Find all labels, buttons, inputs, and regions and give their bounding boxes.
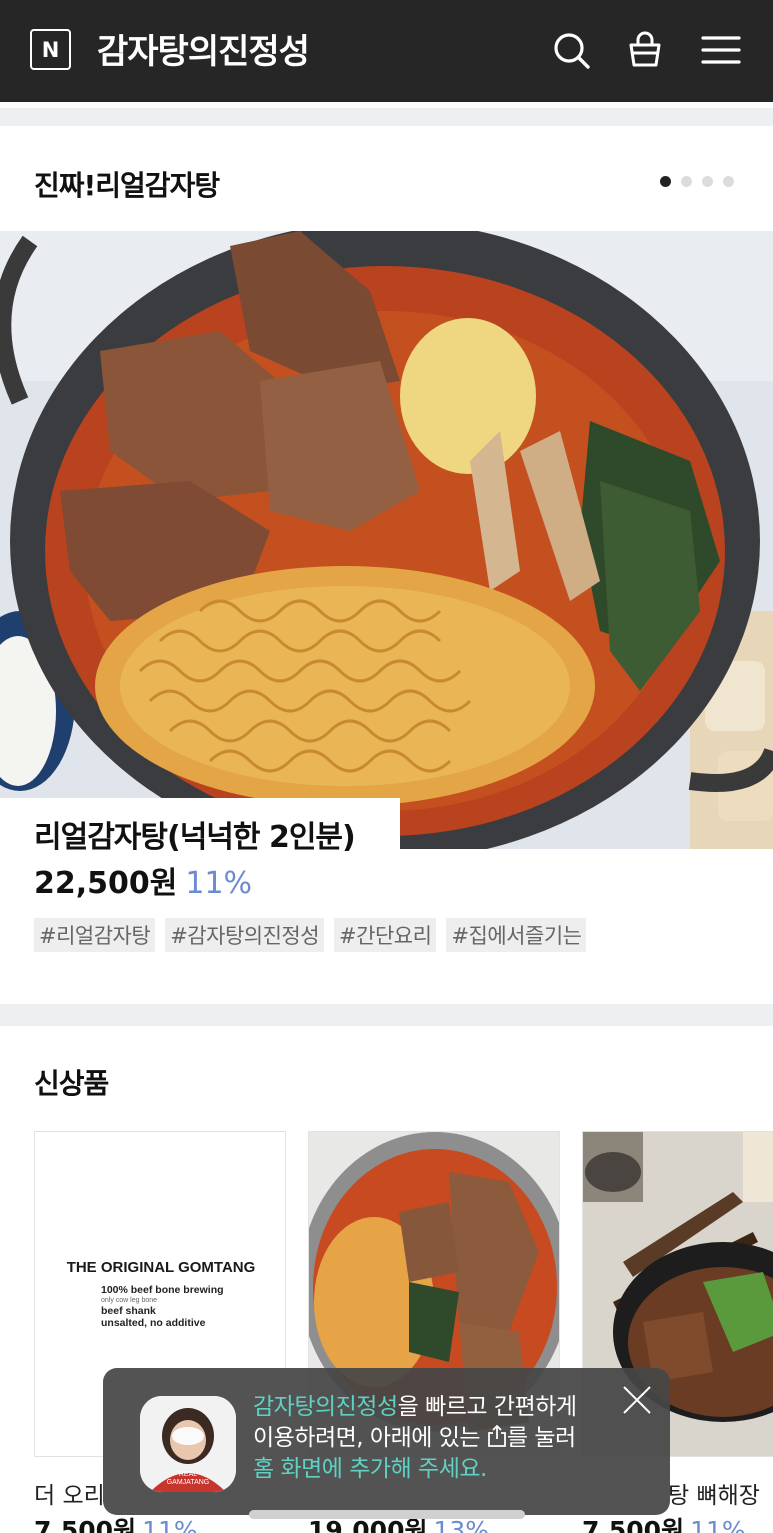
carousel-dot[interactable] xyxy=(660,176,671,187)
tag-item[interactable]: #집에서즐기는 xyxy=(446,918,587,952)
popup-brand: 감자탕의진정성 xyxy=(253,1394,398,1420)
carousel-dot[interactable] xyxy=(723,176,734,187)
top-header: N 감자탕의진정성 xyxy=(0,0,773,102)
store-avatar: REAL GAMJATANG xyxy=(140,1396,236,1492)
gomtang-line: 100% beef bone brewing xyxy=(101,1284,224,1296)
carousel-dots[interactable] xyxy=(660,176,734,187)
featured-title: 진짜!리얼감자탕 xyxy=(34,169,220,202)
tag-item[interactable]: #간단요리 xyxy=(334,918,437,952)
featured-product-discount: 11% xyxy=(185,866,253,901)
section-divider xyxy=(0,108,773,126)
new-products-title: 신상품 xyxy=(34,1067,109,1100)
menu-icon[interactable] xyxy=(699,28,743,72)
naver-logo[interactable]: N xyxy=(30,29,71,70)
popup-text-line: 이용하려면, 아래에 있는 xyxy=(253,1425,481,1451)
store-name[interactable]: 감자탕의진정성 xyxy=(97,24,310,73)
popup-message: 감자탕의진정성을 빠르고 간편하게 이용하려면, 아래에 있는 를 눌러 홈 화… xyxy=(253,1392,633,1485)
avatar-caption: REAL xyxy=(179,1471,197,1478)
product-card-price: 7,500원 xyxy=(34,1516,137,1533)
featured-product-price: 22,500원 xyxy=(34,866,178,901)
gomtang-line: beef shank xyxy=(101,1305,156,1317)
close-icon[interactable] xyxy=(620,1383,654,1417)
product-card-price: 7,500원 xyxy=(582,1516,685,1533)
cart-icon[interactable] xyxy=(623,28,667,72)
tag-item[interactable]: #리얼감자탕 xyxy=(34,918,156,952)
gomtang-line: only cow leg bone xyxy=(101,1297,158,1304)
product-card-name[interactable]: 더 오리 xyxy=(34,1476,105,1510)
home-indicator[interactable] xyxy=(249,1510,525,1519)
carousel-dot[interactable] xyxy=(681,176,692,187)
featured-product-price-row: 22,500원 11% xyxy=(34,858,252,902)
carousel-dot[interactable] xyxy=(702,176,713,187)
gomtang-line: unsalted, no additive xyxy=(101,1317,206,1329)
product-card-discount: 11% xyxy=(690,1516,746,1533)
popup-text-line: 홈 화면에 추가해 주세요. xyxy=(253,1456,487,1482)
share-icon xyxy=(487,1424,507,1448)
search-icon[interactable] xyxy=(549,28,593,72)
featured-product-image[interactable] xyxy=(0,231,773,849)
gomtang-title: THE ORIGINAL GOMTANG xyxy=(66,1259,256,1276)
tag-list: #리얼감자탕 #감자탕의진정성 #간단요리 #집에서즐기는 xyxy=(34,918,587,952)
product-card-name[interactable]: 탕 뼈해장 xyxy=(668,1476,760,1510)
add-to-home-popup: REAL GAMJATANG 감자탕의진정성을 빠르고 간편하게 이용하려면, … xyxy=(103,1368,670,1515)
featured-product-name[interactable]: 리얼감자탕(넉넉한 2인분) xyxy=(34,812,356,856)
section-divider xyxy=(0,1004,773,1026)
popup-text-line: 을 빠르고 간편하게 xyxy=(397,1394,577,1420)
tag-item[interactable]: #감자탕의진정성 xyxy=(165,918,325,952)
popup-text-line: 를 눌러 xyxy=(506,1425,576,1451)
product-card-discount: 11% xyxy=(142,1516,198,1533)
card-image-text: THE ORIGINAL GOMTANG 100% beef bone brew… xyxy=(35,1259,285,1329)
avatar-caption: GAMJATANG xyxy=(167,1479,210,1486)
